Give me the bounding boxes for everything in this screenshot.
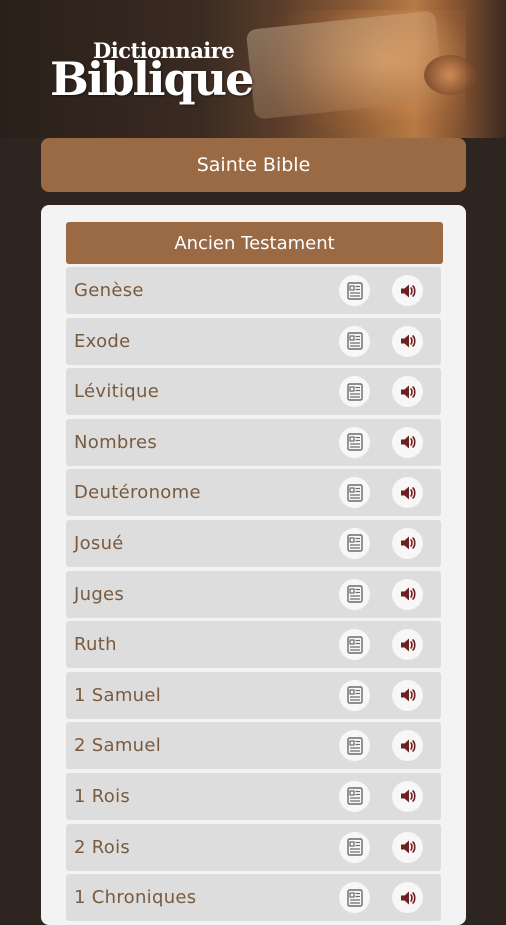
read-text-button[interactable] [339,882,370,914]
text-document-icon [345,736,365,756]
read-text-button[interactable] [339,831,370,863]
read-text-button[interactable] [339,477,370,509]
sainte-bible-title: Sainte Bible [41,138,466,192]
list-item[interactable]: 1 Samuel [66,671,441,719]
list-item[interactable]: Lévitique [66,368,441,416]
speaker-icon [398,483,418,503]
text-document-icon [345,786,365,806]
read-text-button[interactable] [339,376,370,408]
logo-title: Biblique [50,52,254,106]
list-item[interactable]: 1 Rois [66,772,441,820]
section-header-ancien-testament: Ancien Testament [66,222,443,264]
play-audio-button[interactable] [392,578,423,610]
read-text-button[interactable] [339,275,370,306]
book-list: Genèse Exode Lévitique Nombres Deutéronome Jo… [66,267,441,925]
play-audio-button[interactable] [392,325,423,357]
list-item[interactable]: Genèse [66,267,441,314]
book-label: Genèse [74,280,144,301]
book-label: 2 Samuel [74,735,162,757]
text-document-icon [345,483,365,503]
book-label: Deutéronome [74,482,201,504]
text-document-icon [345,281,365,301]
list-item[interactable]: 2 Samuel [66,722,441,770]
books-panel: Ancien Testament Genèse Exode Lévitique Nom… [41,205,466,925]
book-label: Exode [74,330,131,352]
book-label: Nombres [74,431,157,453]
speaker-icon [398,736,418,756]
play-audio-button[interactable] [392,275,423,306]
play-audio-button[interactable] [392,882,423,914]
book-label: 1 Chroniques [74,887,197,909]
list-item[interactable]: Deutéronome [66,469,441,517]
play-audio-button[interactable] [392,780,423,812]
book-label: 1 Samuel [74,684,162,706]
play-audio-button[interactable] [392,477,423,509]
speaker-icon [398,533,418,553]
speaker-icon [398,786,418,806]
list-item[interactable]: Exode [66,317,441,365]
text-document-icon [345,837,365,857]
book-label: Ruth [74,634,117,656]
play-audio-button[interactable] [392,376,423,408]
book-label: Josué [74,532,124,554]
list-item[interactable]: Josué [66,519,441,567]
book-label: 2 Rois [74,836,131,858]
read-text-button[interactable] [339,527,370,559]
speaker-icon [398,685,418,705]
read-text-button[interactable] [339,325,370,357]
read-text-button[interactable] [339,426,370,458]
speaker-icon [398,432,418,452]
speaker-icon [398,837,418,857]
read-text-button[interactable] [339,629,370,661]
list-item[interactable]: Juges [66,570,441,618]
text-document-icon [345,331,365,351]
list-item[interactable]: 1 Chroniques [66,874,441,922]
list-item[interactable]: 2 Rois [66,823,441,871]
speaker-icon [398,331,418,351]
text-document-icon [345,635,365,655]
speaker-icon [398,584,418,604]
speaker-icon [398,281,418,301]
speaker-icon [398,888,418,908]
text-document-icon [345,432,365,452]
play-audio-button[interactable] [392,426,423,458]
header-image-candle [424,55,476,95]
book-label: Juges [74,583,125,605]
book-label: Lévitique [74,381,160,403]
play-audio-button[interactable] [392,679,423,711]
text-document-icon [345,888,365,908]
play-audio-button[interactable] [392,527,423,559]
title-label: Sainte Bible [196,154,311,176]
list-item[interactable]: Nombres [66,418,441,466]
text-document-icon [345,382,365,402]
text-document-icon [345,584,365,604]
text-document-icon [345,685,365,705]
read-text-button[interactable] [339,578,370,610]
section-title: Ancien Testament [174,232,335,254]
play-audio-button[interactable] [392,730,423,762]
read-text-button[interactable] [339,679,370,711]
app-header: Dictionnaire Biblique [0,0,506,138]
book-label: 1 Rois [74,785,131,807]
list-item[interactable]: Ruth [66,621,441,669]
read-text-button[interactable] [339,780,370,812]
play-audio-button[interactable] [392,629,423,661]
speaker-icon [398,635,418,655]
read-text-button[interactable] [339,730,370,762]
play-audio-button[interactable] [392,831,423,863]
speaker-icon [398,382,418,402]
text-document-icon [345,533,365,553]
